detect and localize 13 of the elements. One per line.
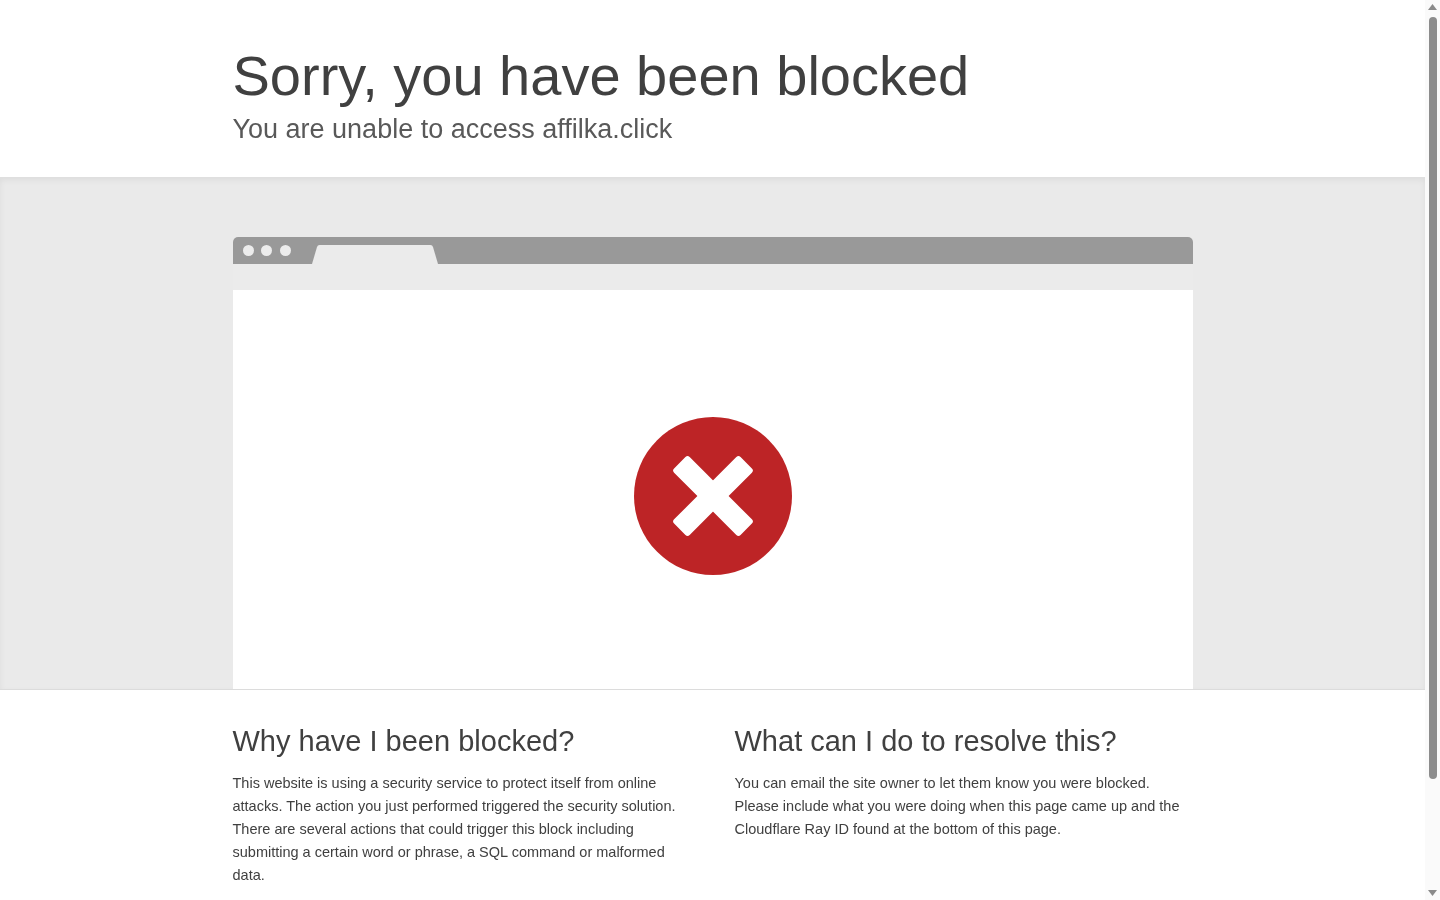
section-heading: What can I do to resolve this? — [734, 723, 1117, 759]
section-text: This website is using a security service to protect itself from online attacks. The action you just performed triggered the security solution. There are several actions that could trigger this block including submitting a certain word or phrase, a SQL command or malformed data. — [232, 774, 677, 886]
error-icon — [633, 416, 792, 575]
window-dots-icon — [242, 244, 291, 256]
scrollbar[interactable] — [1425, 0, 1440, 900]
section-text: You can email the site owner to let them know you were blocked. Please include what you were doing when this page came up and the Cloudflare Ray ID found at the bottom of this page. — [734, 774, 1181, 840]
browser-tab-icon — [311, 244, 438, 264]
scrollbar-thumb[interactable] — [1428, 17, 1437, 779]
scroll-up-arrow-icon[interactable] — [1428, 4, 1437, 10]
page-title: Sorry, you have been blocked — [232, 43, 970, 109]
section-heading: Why have I been blocked? — [232, 723, 575, 759]
scroll-down-arrow-icon[interactable] — [1428, 890, 1437, 896]
page-subtitle: You are unable to access affilka.click — [232, 113, 673, 146]
